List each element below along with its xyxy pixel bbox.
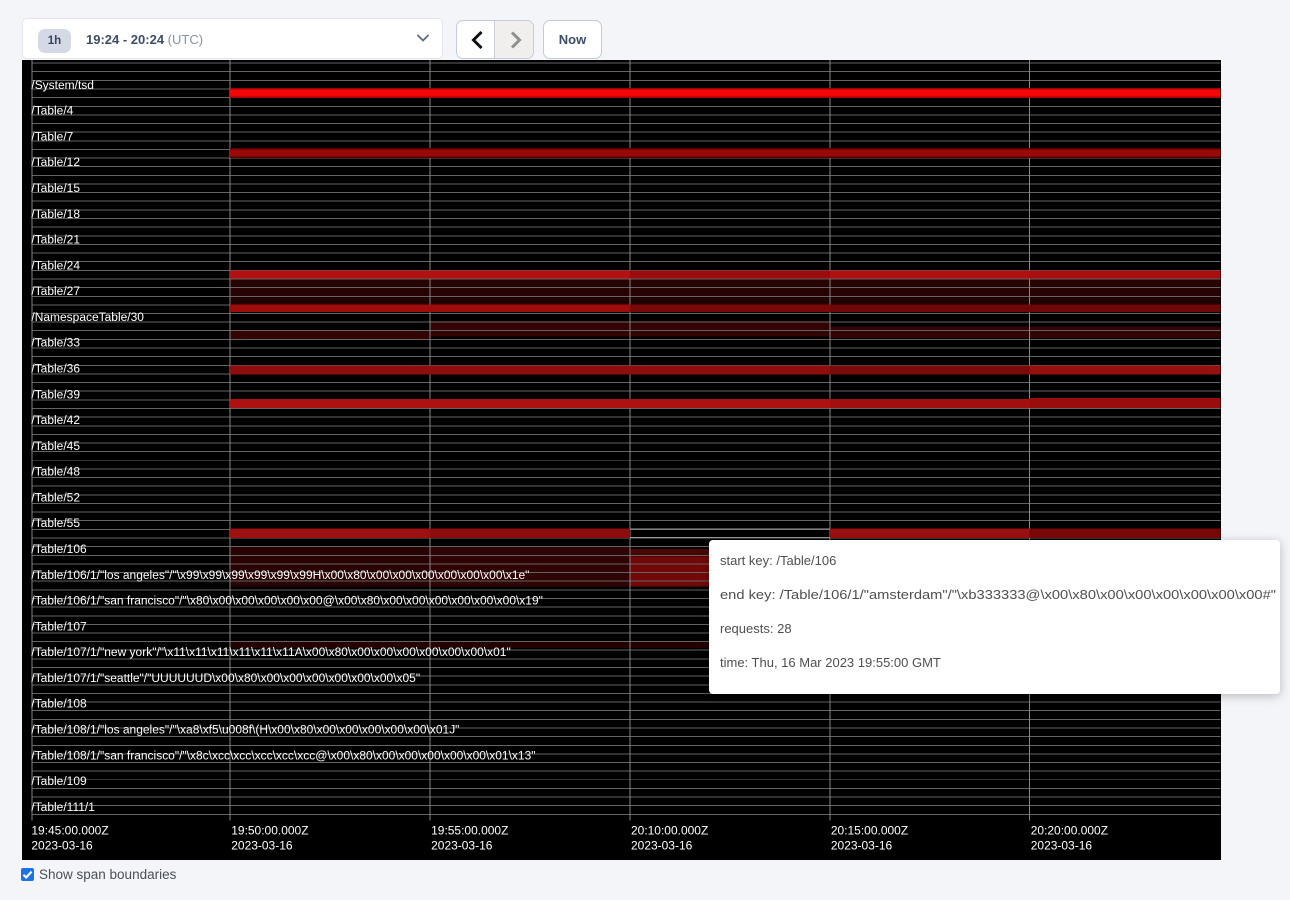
svg-text:20:15:00.000Z: 20:15:00.000Z	[831, 823, 908, 837]
svg-text:/Table/45: /Table/45	[31, 438, 80, 452]
svg-text:/NamespaceTable/30: /NamespaceTable/30	[31, 309, 144, 323]
svg-text:/Table/107: /Table/107	[31, 619, 87, 633]
svg-text:/System/tsd: /System/tsd	[31, 77, 94, 91]
svg-text:/Table/107/1/"new york"/"\x11\: /Table/107/1/"new york"/"\x11\x11\x11\x1…	[31, 645, 510, 659]
svg-text:/Table/42: /Table/42	[31, 413, 80, 427]
svg-text:/Table/106/1/"los angeles"/"\x: /Table/106/1/"los angeles"/"\x99\x99\x99…	[31, 567, 529, 581]
svg-text:/Table/36: /Table/36	[31, 361, 80, 375]
svg-text:/Table/109: /Table/109	[31, 774, 87, 788]
svg-text:/Table/52: /Table/52	[31, 490, 80, 504]
svg-text:/Table/27: /Table/27	[31, 284, 80, 298]
svg-text:2023-03-16: 2023-03-16	[831, 838, 893, 852]
svg-text:2023-03-16: 2023-03-16	[1031, 838, 1093, 852]
svg-text:/Table/21: /Table/21	[31, 232, 80, 246]
svg-text:2023-03-16: 2023-03-16	[631, 838, 693, 852]
svg-text:/Table/108/1/"san francisco"/": /Table/108/1/"san francisco"/"\x8c\xcc\x…	[31, 748, 535, 762]
svg-text:2023-03-16: 2023-03-16	[431, 838, 493, 852]
svg-text:20:20:00.000Z: 20:20:00.000Z	[1031, 823, 1108, 837]
svg-text:2023-03-16: 2023-03-16	[231, 838, 293, 852]
svg-text:/Table/48: /Table/48	[31, 464, 80, 478]
svg-text:19:50:00.000Z: 19:50:00.000Z	[231, 823, 308, 837]
svg-text:/Table/39: /Table/39	[31, 387, 80, 401]
svg-text:/Table/111/1: /Table/111/1	[31, 799, 95, 813]
svg-text:/Table/106/1/"san francisco"/": /Table/106/1/"san francisco"/"\x80\x00\x…	[31, 593, 543, 607]
svg-text:/Table/108/1/"los angeles"/"\x: /Table/108/1/"los angeles"/"\xa8\xf5\u00…	[31, 722, 459, 736]
svg-text:/Table/4: /Table/4	[31, 103, 73, 117]
svg-text:/Table/15: /Table/15	[31, 181, 80, 195]
svg-text:/Table/24: /Table/24	[31, 258, 80, 272]
svg-text:/Table/33: /Table/33	[31, 335, 80, 349]
svg-text:/Table/12: /Table/12	[31, 155, 80, 169]
svg-text:19:45:00.000Z: 19:45:00.000Z	[31, 823, 108, 837]
svg-text:/Table/106: /Table/106	[31, 541, 87, 555]
svg-text:20:10:00.000Z: 20:10:00.000Z	[631, 823, 708, 837]
svg-text:/Table/107/1/"seattle"/"UUUUUU: /Table/107/1/"seattle"/"UUUUUUD\x00\x80\…	[31, 670, 420, 684]
svg-text:/Table/55: /Table/55	[31, 516, 80, 530]
svg-text:/Table/7: /Table/7	[31, 129, 73, 143]
svg-text:19:55:00.000Z: 19:55:00.000Z	[431, 823, 508, 837]
svg-text:2023-03-16: 2023-03-16	[31, 838, 93, 852]
svg-text:/Table/108: /Table/108	[31, 696, 87, 710]
svg-text:/Table/18: /Table/18	[31, 206, 80, 220]
